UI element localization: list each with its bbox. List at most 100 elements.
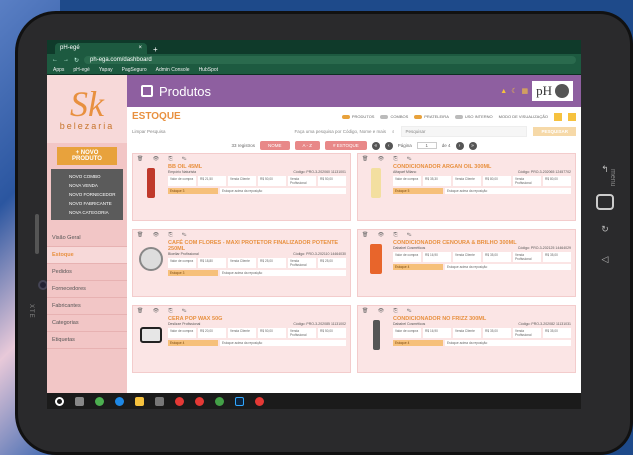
toggle-products[interactable]: PRODUTOS	[341, 114, 374, 119]
home-icon[interactable]	[588, 194, 622, 210]
product-card[interactable]: 🗑 👁 ⎘ ✎ CERA POP WAX 50G Deslizze Profis…	[132, 305, 351, 373]
start-icon[interactable]	[55, 396, 64, 406]
forward-arrow-icon[interactable]: →	[63, 57, 69, 63]
account-badge[interactable]: pH	[532, 81, 573, 101]
product-image	[362, 316, 390, 354]
bell-icon[interactable]: ▲	[500, 88, 507, 95]
search-input[interactable]: Pesquisar	[400, 126, 528, 137]
buy-label: Valor de compra	[393, 176, 421, 186]
bookmark-pagseguro[interactable]: PagSeguro	[122, 67, 147, 73]
photoshop-icon[interactable]	[235, 396, 244, 406]
new-tab-icon[interactable]: +	[153, 45, 158, 54]
app-icon[interactable]	[95, 396, 104, 406]
recent-icon[interactable]: ↻	[588, 224, 622, 240]
reload-icon[interactable]: ↻	[74, 57, 79, 64]
chrome-icon[interactable]	[255, 396, 264, 406]
return-icon[interactable]: ◁	[588, 254, 622, 270]
card-actions[interactable]: 🗑 👁 ⎘ ✎	[358, 230, 575, 240]
last-page-icon[interactable]: »	[468, 141, 477, 150]
task-view-icon[interactable]	[75, 396, 84, 406]
card-actions[interactable]: 🗑 👁 ⎘ ✎	[133, 230, 350, 240]
quick-action-new-sale[interactable]: NOVA VENDA	[51, 181, 123, 190]
edge-icon[interactable]	[115, 396, 124, 406]
quick-action-new-manufacturer[interactable]: NOVO FABRICANTE	[51, 199, 123, 208]
url-field[interactable]: ph-ega.com/dashboard	[84, 56, 576, 64]
sidebar-item-categories[interactable]: Categorias	[47, 315, 127, 332]
brand-badge: pH	[536, 83, 552, 98]
card-actions[interactable]: 🗑 👁 ⎘ ✎	[358, 306, 575, 316]
quick-action-new-combo[interactable]: NOVO COMBO	[51, 172, 123, 181]
sidebar-item-labels[interactable]: Etiquetas	[47, 332, 127, 349]
bookmark-phege[interactable]: pH-egé	[73, 67, 89, 73]
search-hint: Faça uma pesquisa por Código, Nome e mai…	[294, 129, 387, 134]
toggle-combos[interactable]: COMBOS	[380, 114, 408, 119]
quick-action-new-supplier[interactable]: NOVO FORNECEDOR	[51, 190, 123, 199]
search-button[interactable]: PESQUISAR	[533, 127, 576, 136]
sort-order-select[interactable]: A - Z	[294, 141, 321, 150]
sale-price: R$ 50,00	[258, 328, 286, 338]
header-bar: Produtos ▲ ☾ ▦ pH	[127, 75, 581, 107]
back-icon[interactable]: ↰	[588, 164, 622, 180]
pro-price: R$ 50,00	[318, 328, 346, 338]
card-actions[interactable]: 🗑 👁 ⎘ ✎	[358, 154, 575, 164]
product-grid: 🗑 👁 ⎘ ✎ BB OIL 45ML Empório Naturista Có…	[132, 153, 576, 373]
stock-filter-select[interactable]: # ESTOQUE	[325, 141, 367, 150]
card-actions[interactable]: 🗑 👁 ⎘ ✎	[133, 306, 350, 316]
toggle-shelf[interactable]: PRATELEIRA	[414, 114, 449, 119]
product-card[interactable]: 🗑 👁 ⎘ ✎ CAFÉ COM FLORES - MAXI PROTETOR …	[132, 229, 351, 297]
logo: Sk belezaria	[47, 75, 127, 143]
chrome-icon[interactable]	[215, 396, 224, 406]
close-icon[interactable]: ×	[138, 45, 142, 52]
chrome-icon[interactable]	[195, 396, 204, 406]
pro-price: R$ 35,00	[543, 328, 571, 338]
address-bar: ← → ↻ ph-ega.com/dashboard	[47, 54, 581, 66]
sale-label: Venda Cliente	[453, 252, 481, 262]
product-card[interactable]: 🗑 👁 ⎘ ✎ CONDICIONADOR ARGAN OIL 300ML Al…	[357, 153, 576, 221]
stock-label: Estoque 3	[168, 270, 218, 276]
sidebar-item-manufacturers[interactable]: Fabricantes	[47, 298, 127, 315]
sale-label: Venda Cliente	[228, 258, 256, 268]
sidebar-item-overview[interactable]: Visão Geral	[47, 230, 127, 247]
moon-icon[interactable]: ☾	[511, 87, 517, 95]
first-page-icon[interactable]: «	[371, 141, 380, 150]
card-actions[interactable]: 🗑 👁 ⎘ ✎	[133, 154, 350, 164]
grid-icon[interactable]: ▦	[521, 87, 528, 95]
search-icon: ⌕	[392, 129, 395, 134]
avatar[interactable]	[555, 84, 569, 98]
new-product-button[interactable]: + NOVO PRODUTO	[57, 147, 117, 165]
product-name[interactable]: CAFÉ COM FLORES - MAXI PROTETOR FINALIZA…	[168, 240, 346, 252]
prev-page-icon[interactable]: ‹	[384, 141, 393, 150]
sidebar-item-stock[interactable]: Estoque	[47, 247, 127, 264]
product-card[interactable]: 🗑 👁 ⎘ ✎ CONDICIONADOR CENOURA & BRILHO 3…	[357, 229, 576, 297]
volume-button	[35, 214, 39, 254]
chrome-icon[interactable]	[175, 396, 184, 406]
sidebar-item-orders[interactable]: Pedidos	[47, 264, 127, 281]
bookmark-admin-console[interactable]: Admin Console	[156, 67, 190, 73]
section-title: ESTOQUE	[132, 111, 181, 122]
grid-view-icon[interactable]	[554, 112, 562, 121]
product-card[interactable]: 🗑 👁 ⎘ ✎ BB OIL 45ML Empório Naturista Có…	[132, 153, 351, 221]
bookmark-yapay[interactable]: Yapay	[99, 67, 113, 73]
bookmark-hubspot[interactable]: HubSpot	[199, 67, 218, 73]
store-icon[interactable]	[155, 396, 164, 406]
quick-actions-menu: NOVO COMBO NOVA VENDA NOVO FORNECEDOR NO…	[51, 169, 123, 220]
clear-search-link[interactable]: Limpar Pesquisa	[132, 129, 166, 134]
product-card[interactable]: 🗑 👁 ⎘ ✎ CONDICIONADOR NO FRIZZ 300ML Dab…	[357, 305, 576, 373]
buy-price: R$ 20,00	[198, 328, 226, 338]
sort-field-select[interactable]: NOME	[260, 141, 290, 150]
quick-action-new-category[interactable]: NOVA CATEGORIA	[51, 208, 123, 217]
page-input[interactable]: 1	[416, 142, 437, 149]
list-view-icon[interactable]	[568, 112, 576, 121]
pro-label: Venda Profissional	[513, 328, 541, 338]
next-page-icon[interactable]: ›	[455, 141, 464, 150]
filter-toggles: PRODUTOS COMBOS PRATELEIRA USO INTERNO M…	[341, 112, 576, 121]
stock-note: Estoque acima da reposição	[220, 270, 346, 276]
back-arrow-icon[interactable]: ←	[52, 57, 58, 63]
sidebar-item-suppliers[interactable]: Fornecedores	[47, 281, 127, 298]
toggle-internal-use[interactable]: USO INTERNO	[454, 114, 493, 119]
browser-tab[interactable]: pH-egé ×	[55, 43, 147, 54]
file-explorer-icon[interactable]	[135, 396, 144, 406]
stock-note: Estoque acima da reposição	[445, 188, 571, 194]
product-image	[362, 164, 390, 202]
bookmark-apps[interactable]: Apps	[53, 67, 64, 73]
